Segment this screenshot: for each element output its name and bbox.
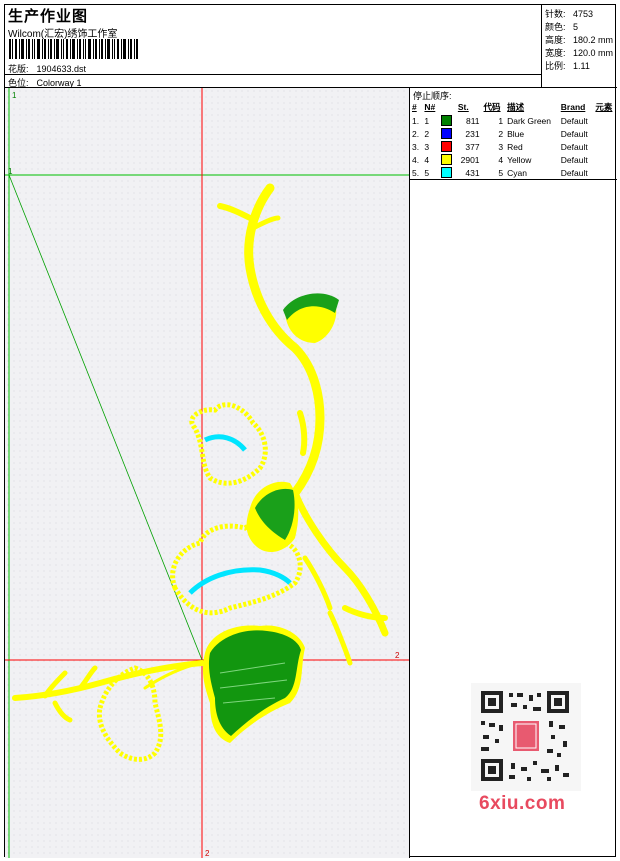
row-code: 4 [498,154,504,165]
table-row[interactable]: 3. 3 377 3 Red Default [410,140,617,153]
header-divider [5,74,542,75]
stat-label: 针数: [545,9,566,19]
company-name: Wilcom(汇宏)绣饰工作室 [8,29,118,40]
col-n: N# [424,102,436,112]
col-idx: # [412,102,417,112]
row-desc: Red [507,141,523,152]
stat-colors: 颜色: 5 [545,20,578,33]
row-brand: Default [560,154,588,165]
row-swatch [439,166,456,180]
stat-value: 5 [573,22,579,32]
row-n: 3 [424,141,430,152]
row-index: 1. [412,115,420,126]
watermark-text: 6xiu.com [479,793,566,814]
page-title: 生产作业图 [8,8,89,25]
row-brand: Default [560,141,588,152]
row-element [593,153,617,166]
row-stitches: 377 [465,141,480,152]
row-element [593,166,617,180]
table-row[interactable]: 5. 5 431 5 Cyan Default [410,166,617,180]
col-st: St. [457,102,469,112]
green-leaf-middle [246,481,299,553]
row-stitches: 811 [465,115,480,126]
row-brand: Default [560,128,588,139]
row-element [593,140,617,153]
row-code: 3 [498,141,504,152]
table-row[interactable]: 1. 1 811 1 Dark Green Default [410,114,617,127]
design-canvas[interactable]: 1 1 2 2 [5,88,410,858]
row-swatch [439,127,456,140]
stat-height: 高度: 180.2 mm [545,33,613,46]
design-value: 1904633.dst [36,64,87,74]
qr-code [471,683,581,791]
row-n: 4 [424,154,430,165]
barcode [9,39,138,59]
row-stitches: 231 [465,128,480,139]
yellow-stems [12,183,389,723]
col-element: 元素 [595,102,613,112]
stat-value: 1.11 [573,61,590,71]
stat-label: 颜色: [545,22,566,32]
flower-top [189,402,268,486]
colorway-value: Colorway 1 [36,78,82,88]
stat-label: 比例: [545,61,566,71]
color-swatch [441,115,453,127]
row-index: 4. [412,154,420,165]
row-desc: Blue [507,128,525,139]
table-row[interactable]: 4. 4 2901 4 Yellow Default [410,153,617,166]
stat-label: 宽度: [545,48,566,58]
header-left-panel: 生产作业图 Wilcom(汇宏)绣饰工作室 花版: 1904633.dst 色位… [5,5,542,88]
row-element [593,127,617,140]
row-code: 1 [498,115,504,126]
color-swatch [441,141,453,153]
row-n: 5 [424,167,430,178]
row-swatch [439,114,456,127]
marker-h1: 1 [8,167,13,176]
row-swatch [439,153,456,166]
col-brand: Brand [560,102,586,112]
table-header-row: # N# St. 代码 描述 Brand 元素 [410,100,617,114]
stat-label: 高度: [545,35,566,45]
stat-stitches: 针数: 4753 [545,7,593,20]
embroidery-preview: 1 1 2 2 [5,88,409,858]
row-desc: Cyan [507,167,527,178]
col-code: 代码 [483,102,501,112]
row-code: 2 [498,128,504,139]
row-index: 5. [412,167,420,178]
green-leaf-bottom [202,625,305,743]
green-bud-top [283,293,339,343]
color-swatch [441,128,453,140]
row-desc: Yellow [507,154,532,165]
row-stitches: 431 [465,167,480,178]
row-n: 1 [424,115,430,126]
marker-v1: 1 [12,91,17,100]
row-swatch [439,140,456,153]
color-sequence-table: # N# St. 代码 描述 Brand 元素 1. 1 811 1 Dark Gree… [410,100,617,180]
col-desc: 描述 [507,102,525,112]
stat-width: 宽度: 120.0 mm [545,46,613,59]
row-brand: Default [560,115,588,126]
stat-scale: 比例: 1.11 [545,59,590,72]
stats-panel: 针数: 4753 颜色: 5 高度: 180.2 mm 宽度: 120.0 mm 比例:… [542,5,617,88]
row-stitches: 2901 [460,154,480,165]
production-sheet: 生产作业图 Wilcom(汇宏)绣饰工作室 花版: 1904633.dst 色位… [4,4,617,858]
col-swatch [439,100,456,114]
row-element [593,114,617,127]
marker-h2: 2 [395,651,400,660]
stat-value: 120.0 mm [573,48,614,58]
row-desc: Dark Green [507,115,552,126]
stat-value: 180.2 mm [573,35,614,45]
color-swatch [441,167,453,179]
row-brand: Default [560,167,588,178]
marker-v2: 2 [205,849,210,858]
color-swatch [441,154,453,166]
stat-value: 4753 [573,9,594,19]
table-row[interactable]: 2. 2 231 2 Blue Default [410,127,617,140]
row-index: 2. [412,128,420,139]
row-code: 5 [498,167,504,178]
row-index: 3. [412,141,420,152]
row-n: 2 [424,128,430,139]
